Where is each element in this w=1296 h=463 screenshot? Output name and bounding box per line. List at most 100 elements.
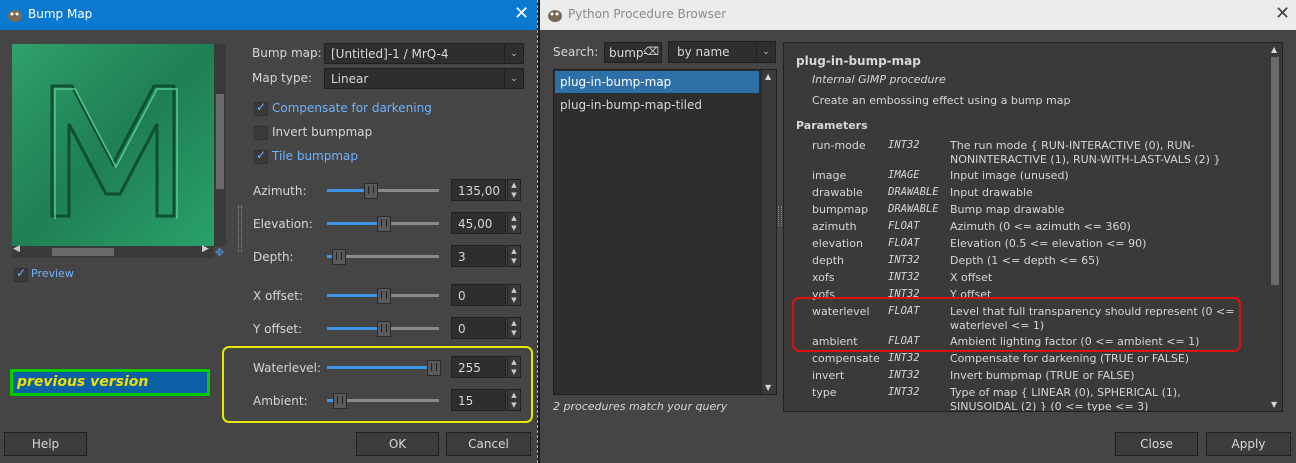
invert-label: Invert bumpmap	[272, 125, 373, 139]
proc-desc: Create an embossing effect using a bump …	[812, 94, 1071, 107]
chevron-up-icon[interactable]: ▲	[511, 214, 516, 222]
navigate-icon[interactable]: ✥	[215, 246, 224, 259]
slider-handle[interactable]	[377, 288, 391, 304]
spin-stepper[interactable]: ▲ ▼	[507, 317, 521, 339]
scroll-up-icon[interactable]: ▲	[765, 72, 771, 81]
spin-stepper[interactable]: ▲ ▼	[507, 284, 521, 306]
param-name: invert	[812, 369, 845, 382]
chevron-down-icon[interactable]: ▼	[511, 191, 516, 199]
slider-value-input[interactable]: 0	[451, 284, 506, 306]
tile-checkbox[interactable]	[254, 148, 268, 164]
close-icon[interactable]: ✕	[1275, 3, 1290, 24]
preview-label: Preview	[31, 267, 74, 280]
list-vscroll[interactable]: ▲ ▼	[762, 70, 776, 394]
bump-map-titlebar: Bump Map ✕	[0, 0, 537, 30]
spin-stepper[interactable]: ▲ ▼	[507, 212, 521, 234]
proc-name: plug-in-bump-map	[796, 54, 921, 68]
bump-map-title: Bump Map	[28, 7, 93, 21]
scroll-right-icon[interactable]: ▶	[202, 244, 209, 254]
slider-label: Depth:	[253, 250, 294, 264]
param-row: image IMAGE Input image (unused)	[812, 169, 1272, 186]
info-vscroll-thumb[interactable]	[1271, 57, 1279, 285]
sort-combo[interactable]: by name ⌄	[668, 41, 776, 63]
param-row: invert INT32 Invert bumpmap (TRUE or FAL…	[812, 369, 1272, 386]
preview-letter: M	[12, 44, 13, 45]
slider-handle[interactable]	[377, 321, 391, 337]
param-name: elevation	[812, 237, 863, 250]
chevron-down-icon[interactable]: ⌄	[504, 44, 523, 63]
param-desc: Elevation (0.5 <= elevation <= 90)	[950, 237, 1147, 250]
pane-grip[interactable]	[778, 206, 782, 226]
procedure-name: plug-in-bump-map-tiled	[560, 98, 702, 112]
close-button[interactable]: Close	[1115, 432, 1198, 456]
param-type: INT32	[888, 254, 920, 266]
preview-letter-graphic	[50, 84, 178, 219]
slider-value-input[interactable]: 0	[451, 317, 506, 339]
param-row: compensate INT32 Compensate for darkenin…	[812, 352, 1272, 369]
search-label: Search:	[553, 45, 599, 59]
param-name: xofs	[812, 271, 835, 284]
gimp-icon	[548, 10, 562, 22]
apply-button[interactable]: Apply	[1206, 432, 1291, 456]
slider-label: Y offset:	[253, 322, 303, 336]
param-type: INT32	[888, 369, 920, 381]
ok-button[interactable]: OK	[356, 432, 439, 456]
preview-vscroll-thumb[interactable]	[216, 94, 224, 189]
param-type: INT32	[888, 271, 920, 283]
scroll-left-icon[interactable]: ◀	[13, 244, 20, 254]
spin-stepper[interactable]: ▲ ▼	[507, 179, 521, 201]
preview-checkbox[interactable]	[14, 266, 28, 282]
spin-stepper[interactable]: ▲ ▼	[507, 245, 521, 267]
slider-value-input[interactable]: 3	[451, 245, 506, 267]
annotation-label: previous version	[17, 374, 149, 390]
bump-map-combo[interactable]: [Untitled]-1 / MrQ-4 ⌄	[324, 43, 524, 64]
preview-hscroll-thumb[interactable]	[52, 248, 114, 256]
procedure-list: plug-in-bump-map plug-in-bump-map-tiled …	[553, 69, 777, 395]
compensate-label: Compensate for darkening	[272, 101, 432, 115]
list-item[interactable]: plug-in-bump-map-tiled	[555, 94, 759, 116]
slider-handle[interactable]	[332, 249, 346, 265]
map-type-combo[interactable]: Linear ⌄	[324, 68, 524, 89]
chevron-down-icon[interactable]: ▼	[511, 296, 516, 304]
info-vscroll[interactable]: ▲ ▼	[1268, 43, 1282, 411]
close-icon[interactable]: ✕	[514, 3, 529, 24]
preview-hscroll[interactable]: ◀ ▶	[12, 244, 214, 258]
scroll-down-icon[interactable]: ▼	[1271, 400, 1277, 409]
chevron-down-icon[interactable]: ⌄	[756, 42, 775, 62]
help-button[interactable]: Help	[4, 432, 87, 456]
chevron-up-icon[interactable]: ▲	[511, 319, 516, 327]
invert-checkbox[interactable]	[254, 126, 268, 140]
clear-icon[interactable]: ⌫	[643, 45, 659, 58]
param-desc: Type of map { LINEAR (0), SPHERICAL (1),…	[950, 386, 1181, 412]
list-item[interactable]: plug-in-bump-map	[555, 71, 759, 93]
preview-area[interactable]: M	[12, 44, 214, 246]
pane-grip[interactable]	[238, 206, 242, 252]
slider-handle[interactable]	[377, 216, 391, 232]
scroll-down-icon[interactable]: ▼	[765, 383, 771, 392]
chevron-up-icon[interactable]: ▲	[511, 286, 516, 294]
chevron-up-icon[interactable]: ▲	[511, 181, 516, 189]
preview-vscroll[interactable]	[214, 44, 226, 246]
cancel-button[interactable]: Cancel	[446, 432, 531, 456]
compensate-checkbox[interactable]	[254, 100, 268, 116]
chevron-down-icon[interactable]: ▼	[511, 257, 516, 265]
slider-handle[interactable]	[364, 183, 378, 199]
chevron-up-icon[interactable]: ▲	[511, 247, 516, 255]
param-name: azimuth	[812, 220, 857, 233]
browser-title: Python Procedure Browser	[568, 7, 727, 21]
slider-value-input[interactable]: 135,00	[451, 179, 506, 201]
tile-label: Tile bumpmap	[272, 149, 359, 163]
slider-value-input[interactable]: 45,00	[451, 212, 506, 234]
chevron-down-icon[interactable]: ▼	[511, 329, 516, 337]
param-type: FLOAT	[888, 237, 920, 249]
search-input[interactable]: bump- ⌫	[604, 42, 662, 63]
scroll-up-icon[interactable]: ▲	[1271, 45, 1277, 54]
sort-value: by name	[677, 45, 730, 59]
param-name: depth	[812, 254, 845, 267]
window-divider	[537, 0, 539, 463]
map-type-value: Linear	[331, 72, 369, 86]
slider-label: X offset:	[253, 289, 304, 303]
chevron-down-icon[interactable]: ⌄	[504, 69, 523, 88]
param-desc: Input image (unused)	[950, 169, 1069, 182]
chevron-down-icon[interactable]: ▼	[511, 224, 516, 232]
